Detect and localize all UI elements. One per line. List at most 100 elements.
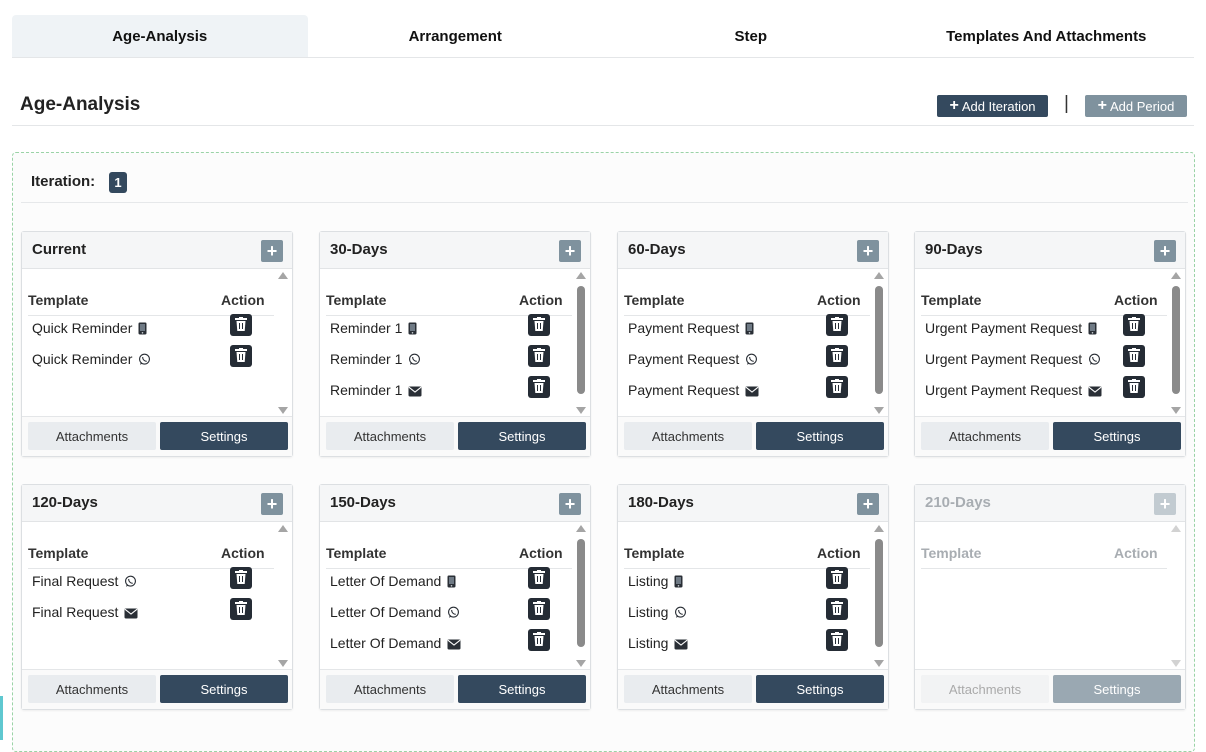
scroll-up-arrow-icon[interactable] <box>874 525 884 532</box>
scroll-up-arrow-icon[interactable] <box>576 272 586 279</box>
scrollbar[interactable] <box>278 272 288 414</box>
delete-template-button[interactable] <box>1123 345 1145 367</box>
scroll-up-arrow-icon[interactable] <box>576 525 586 532</box>
add-template-icon[interactable]: + <box>857 240 879 262</box>
settings-button[interactable]: Settings <box>756 675 884 703</box>
delete-template-button[interactable] <box>528 345 550 367</box>
envelope-icon <box>447 637 461 653</box>
scroll-up-arrow-icon[interactable] <box>1171 525 1181 532</box>
delete-template-button[interactable] <box>826 345 848 367</box>
side-tab-edge[interactable] <box>0 696 3 740</box>
template-name: Final Request <box>32 573 137 591</box>
add-template-icon[interactable]: + <box>261 240 283 262</box>
settings-button[interactable]: Settings <box>458 422 586 450</box>
scroll-down-arrow-icon[interactable] <box>1171 660 1181 667</box>
tab-arrangement[interactable]: Arrangement <box>308 15 604 57</box>
attachments-button[interactable]: Attachments <box>921 675 1049 703</box>
table-header: Template Action <box>326 287 572 316</box>
add-template-icon[interactable]: + <box>857 493 879 515</box>
add-template-icon[interactable]: + <box>559 240 581 262</box>
template-name: Quick Reminder <box>32 351 151 369</box>
scroll-thumb[interactable] <box>577 539 585 647</box>
scroll-up-arrow-icon[interactable] <box>874 272 884 279</box>
scroll-thumb[interactable] <box>875 539 883 647</box>
attachments-button[interactable]: Attachments <box>28 422 156 450</box>
attachments-button[interactable]: Attachments <box>921 422 1049 450</box>
settings-button[interactable]: Settings <box>1053 422 1181 450</box>
scrollbar[interactable] <box>874 272 884 414</box>
delete-template-button[interactable] <box>230 567 252 589</box>
scroll-up-arrow-icon[interactable] <box>278 525 288 532</box>
scrollbar[interactable] <box>1171 272 1181 414</box>
add-iteration-button[interactable]: + Add Iteration <box>937 95 1048 117</box>
scrollbar[interactable] <box>576 525 586 667</box>
scroll-down-arrow-icon[interactable] <box>576 407 586 414</box>
scroll-up-arrow-icon[interactable] <box>1171 272 1181 279</box>
settings-button[interactable]: Settings <box>160 675 288 703</box>
tab-age-analysis[interactable]: Age-Analysis <box>12 15 308 57</box>
delete-template-button[interactable] <box>230 345 252 367</box>
scroll-down-arrow-icon[interactable] <box>1171 407 1181 414</box>
table-row: Reminder 1 <box>330 345 570 376</box>
delete-template-button[interactable] <box>1123 314 1145 336</box>
card-footer: Attachments Settings <box>915 416 1185 456</box>
delete-template-button[interactable] <box>230 598 252 620</box>
add-template-icon[interactable]: + <box>559 493 581 515</box>
attachments-button[interactable]: Attachments <box>326 675 454 703</box>
tab-step[interactable]: Step <box>603 15 899 57</box>
add-template-icon[interactable]: + <box>261 493 283 515</box>
mobile-phone-icon <box>408 322 417 338</box>
delete-template-button[interactable] <box>1123 376 1145 398</box>
attachments-button[interactable]: Attachments <box>326 422 454 450</box>
delete-template-button[interactable] <box>528 629 550 651</box>
scroll-up-arrow-icon[interactable] <box>278 272 288 279</box>
card-footer: Attachments Settings <box>22 416 292 456</box>
scroll-down-arrow-icon[interactable] <box>278 407 288 414</box>
delete-template-button[interactable] <box>528 567 550 589</box>
action-column-header: Action <box>817 545 861 561</box>
scroll-down-arrow-icon[interactable] <box>874 660 884 667</box>
delete-template-button[interactable] <box>528 376 550 398</box>
add-period-button[interactable]: + Add Period <box>1085 95 1187 117</box>
delete-template-button[interactable] <box>230 314 252 336</box>
scroll-down-arrow-icon[interactable] <box>576 660 586 667</box>
attachments-button[interactable]: Attachments <box>624 675 752 703</box>
scroll-down-arrow-icon[interactable] <box>874 407 884 414</box>
card-title: Current <box>32 241 87 258</box>
table-header: Template Action <box>28 287 274 316</box>
template-name: Reminder 1 <box>330 351 421 369</box>
scrollbar[interactable] <box>576 272 586 414</box>
delete-template-button[interactable] <box>826 598 848 620</box>
tab-templates-and-attachments[interactable]: Templates And Attachments <box>899 15 1195 57</box>
scroll-thumb[interactable] <box>577 286 585 394</box>
table-row: Final Request <box>32 598 272 629</box>
add-template-icon[interactable]: + <box>1154 240 1176 262</box>
scroll-thumb[interactable] <box>875 286 883 394</box>
delete-template-button[interactable] <box>826 567 848 589</box>
settings-button[interactable]: Settings <box>160 422 288 450</box>
delete-template-button[interactable] <box>528 314 550 336</box>
period-card-150-days: 150-Days + Template Action Letter Of Demand … <box>319 484 591 710</box>
table-row: Payment Request <box>628 345 868 376</box>
trash-icon <box>831 631 843 649</box>
delete-template-button[interactable] <box>826 629 848 651</box>
delete-template-button[interactable] <box>826 376 848 398</box>
table-row: Payment Request <box>628 314 868 345</box>
settings-button[interactable]: Settings <box>1053 675 1181 703</box>
settings-button[interactable]: Settings <box>756 422 884 450</box>
scrollbar[interactable] <box>278 525 288 667</box>
scrollbar[interactable] <box>1171 525 1181 667</box>
scroll-down-arrow-icon[interactable] <box>278 660 288 667</box>
add-template-icon[interactable]: + <box>1154 493 1176 515</box>
table-row: Letter Of Demand <box>330 629 570 660</box>
scroll-thumb[interactable] <box>1172 286 1180 394</box>
attachments-button[interactable]: Attachments <box>28 675 156 703</box>
settings-button[interactable]: Settings <box>458 675 586 703</box>
trash-icon <box>831 347 843 365</box>
scrollbar[interactable] <box>874 525 884 667</box>
attachments-button[interactable]: Attachments <box>624 422 752 450</box>
delete-template-button[interactable] <box>826 314 848 336</box>
template-column-header: Template <box>921 292 982 308</box>
delete-template-button[interactable] <box>528 598 550 620</box>
table-row: Letter Of Demand <box>330 598 570 629</box>
